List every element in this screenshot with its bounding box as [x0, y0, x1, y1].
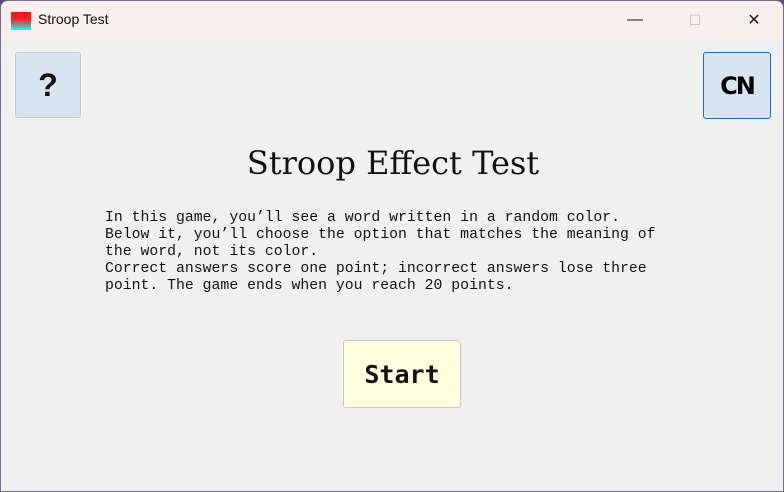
instruction-line: Below it, you’ll choose the option that …: [105, 227, 656, 243]
app-window: Stroop Test — ☐ ✕ ? CN Stroop Effect Tes…: [0, 0, 784, 492]
help-button[interactable]: ?: [15, 52, 81, 118]
instruction-line: Correct answers score one point; incorre…: [105, 261, 647, 277]
start-button[interactable]: Start: [343, 340, 461, 408]
app-icon: [11, 12, 31, 30]
close-button[interactable]: ✕: [726, 1, 782, 39]
maximize-button[interactable]: ☐: [667, 1, 723, 39]
title-bar: Stroop Test — ☐ ✕: [1, 1, 783, 39]
page-title: Stroop Effect Test: [246, 144, 540, 182]
instruction-line: In this game, you’ll see a word written …: [105, 210, 621, 226]
instruction-line: the word, not its color.: [105, 244, 319, 260]
instructions: In this game, you’ll see a word written …: [105, 210, 656, 295]
minimize-button[interactable]: —: [607, 1, 663, 39]
instruction-line: point. The game ends when you reach 20 p…: [105, 278, 514, 294]
language-button[interactable]: CN: [703, 52, 771, 119]
window-title: Stroop Test: [38, 11, 109, 27]
